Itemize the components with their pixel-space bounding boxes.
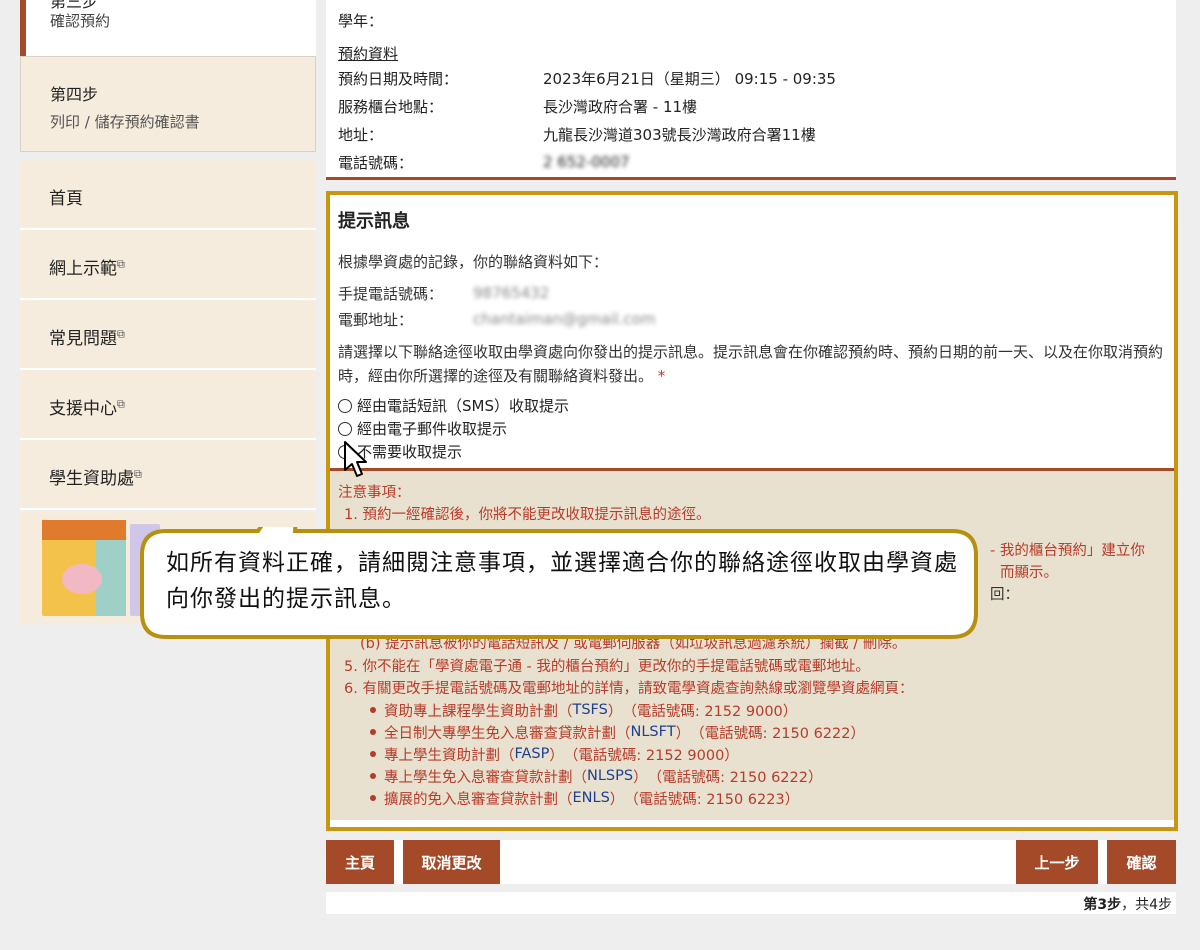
note-item: 6. 有關更改手提電話號碼及電郵地址的詳情，請致電學資處查詢熱線或瀏覽學資處網頁… (344, 681, 914, 697)
external-link-icon: ⧉ (117, 327, 125, 341)
notification-title: 提示訊息 (338, 211, 410, 232)
scheme-item[interactable]: 專上學生資助計劃（FASP）（電話號碼: 2152 9000） (370, 743, 865, 765)
note-item: 1. 預約一經確認後，你將不能更改收取提示訊息的途徑。 (344, 507, 711, 523)
info-label: 地址： (338, 125, 384, 144)
scheme-item[interactable]: 擴展的免入息審查貸款計劃（ENLS）（電話號碼: 2150 6223） (370, 787, 865, 809)
sidebar-nav: 首頁 網上示範⧉ 常見問題⧉ 支援中心⧉ 學生資助處⧉ (20, 160, 316, 510)
info-label: 電話號碼： (338, 153, 414, 172)
address: 九龍長沙灣道303號長沙灣政府合署11樓 (543, 125, 816, 144)
sidebar-step3: 第三步 確認預約 (20, 0, 316, 56)
notes-title: 注意事項： (338, 485, 411, 501)
email-label: 電郵地址： (338, 310, 414, 329)
notification-section: 提示訊息 根據學資處的記錄，你的聯絡資料如下： 手提電話號碼： 98765432 … (326, 191, 1178, 831)
sidebar-item-home[interactable]: 首頁 (20, 160, 316, 230)
sidebar-item-label: 首頁 (49, 189, 83, 209)
note-fragment: 回： (990, 587, 1019, 603)
action-bar: 主頁 取消更改 上一步 確認 (326, 840, 1176, 884)
academic-year-label: 學年： (338, 11, 384, 30)
radio-label: 不需要收取提示 (357, 443, 463, 461)
channel-instruction: 請選擇以下聯絡途徑收取由學資處向你發出的提示訊息。提示訊息會在你確認預約時、預約… (338, 343, 1164, 385)
callout-text: 如所有資料正確，請細閱注意事項，並選擇適合你的聯絡途徑收取由學資處向你發出的提示… (166, 550, 958, 612)
external-link-icon: ⧉ (134, 467, 142, 481)
radio-option-none[interactable]: 不需要收取提示 (338, 440, 1166, 463)
cancel-change-button[interactable]: 取消更改 (403, 840, 500, 884)
radio-label: 經由電子郵件收取提示 (357, 420, 508, 438)
tutorial-callout: 如所有資料正確，請細閱注意事項，並選擇適合你的聯絡途徑收取由學資處向你發出的提示… (140, 527, 978, 639)
scheme-list: 資助專上課程學生資助計劃（TSFS）（電話號碼: 2152 9000） 全日制大… (370, 699, 865, 809)
step4-number: 第四步 (50, 85, 99, 104)
note-fragment: 而顯示。 (1000, 565, 1058, 581)
radio-option-email[interactable]: 經由電子郵件收取提示 (338, 417, 1166, 440)
step-counter: 第3步，共4步 (326, 892, 1176, 914)
contact-intro: 根據學資處的記錄，你的聯絡資料如下： (338, 253, 609, 271)
phone-number: 2 652-0007 (543, 153, 630, 171)
promo-poster-image (42, 520, 126, 616)
piggy-bank-icon (62, 564, 102, 594)
radio-circle[interactable] (338, 398, 352, 413)
external-link-icon: ⧉ (117, 397, 125, 411)
appointment-section-title: 預約資料 (338, 44, 399, 63)
scheme-item[interactable]: 專上學生免入息審查貸款計劃（NLSPS）（電話號碼: 2150 6222） (370, 765, 865, 787)
radio-label: 經由電話短訊（SMS）收取提示 (357, 397, 569, 415)
previous-step-button[interactable]: 上一步 (1016, 840, 1098, 884)
mobile-value: 98765432 (473, 284, 550, 302)
counter-location: 長沙灣政府合署 - 11樓 (543, 97, 698, 116)
note-fragment: - 我的櫃台預約」建立你 (990, 543, 1145, 559)
scheme-item[interactable]: 資助專上課程學生資助計劃（TSFS）（電話號碼: 2152 9000） (370, 699, 865, 721)
required-mark: * (657, 367, 666, 385)
sidebar-item-support[interactable]: 支援中心⧉ (20, 370, 316, 440)
confirm-button[interactable]: 確認 (1107, 840, 1176, 884)
sidebar-item-wfsfaa[interactable]: 學生資助處⧉ (20, 440, 316, 510)
mouse-cursor-icon (344, 441, 367, 477)
radio-circle[interactable] (338, 421, 352, 436)
info-label: 服務櫃台地點： (338, 97, 444, 116)
step3-label: 確認預約 (50, 12, 111, 30)
sidebar-item-online-demo[interactable]: 網上示範⧉ (20, 230, 316, 300)
sidebar-item-label: 支援中心 (49, 399, 117, 419)
step4-label: 列印 / 儲存預約確認書 (50, 113, 200, 131)
scheme-item[interactable]: 全日制大專學生免入息審查貸款計劃（NLSFT）（電話號碼: 2150 6222） (370, 721, 865, 743)
email-value: chantaiman@gmail.com (473, 310, 656, 328)
sidebar-item-label: 網上示範 (49, 259, 117, 279)
info-label: 預約日期及時間： (338, 69, 459, 88)
step3-number: 第三步 (50, 0, 99, 11)
sidebar-step4: 第四步 列印 / 儲存預約確認書 (20, 56, 316, 152)
radio-option-sms[interactable]: 經由電話短訊（SMS）收取提示 (338, 394, 1166, 417)
sidebar-item-label: 學生資助處 (49, 469, 134, 489)
notes-panel: 注意事項： 1. 預約一經確認後，你將不能更改收取提示訊息的途徑。 - 我的櫃台… (330, 471, 1174, 820)
mobile-label: 手提電話號碼： (338, 284, 444, 303)
appointment-info-panel: 學年： 預約資料 預約日期及時間： 2023年6月21日（星期三） 09:15 -… (326, 0, 1176, 180)
external-link-icon: ⧉ (117, 257, 125, 271)
appointment-datetime: 2023年6月21日（星期三） 09:15 - 09:35 (543, 69, 836, 88)
home-button[interactable]: 主頁 (326, 840, 394, 884)
note-item: 5. 你不能在「學資處電子通 - 我的櫃台預約」更改你的手提電話號碼或電郵地址。 (344, 659, 870, 675)
sidebar-item-faq[interactable]: 常見問題⧉ (20, 300, 316, 370)
sidebar-item-label: 常見問題 (49, 329, 117, 349)
